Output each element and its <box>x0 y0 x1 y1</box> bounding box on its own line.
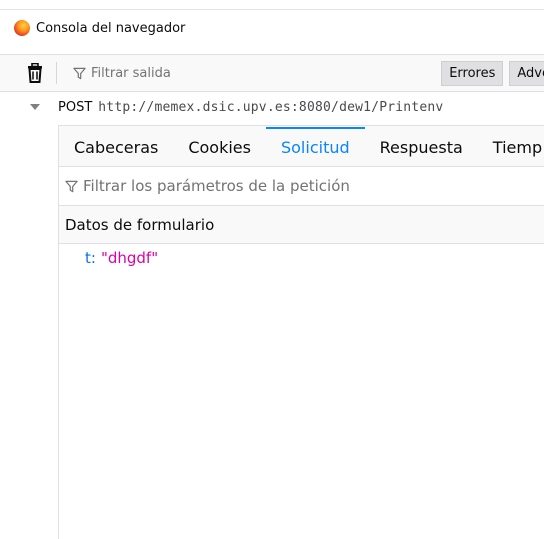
tab-cookies[interactable]: Cookies <box>173 129 266 166</box>
firefox-logo-icon <box>14 20 30 36</box>
form-param-row[interactable]: t : "dhgdf" <box>59 244 544 272</box>
title-bar: Consola del navegador <box>0 10 544 46</box>
tab-request[interactable]: Solicitud <box>265 127 365 166</box>
errors-filter-button[interactable]: Errores <box>441 60 504 86</box>
warnings-filter-button[interactable]: Adve <box>509 60 544 86</box>
filter-buttons: Errores Adve <box>441 60 544 86</box>
param-value: "dhgdf" <box>100 249 159 267</box>
funnel-icon <box>65 180 78 192</box>
request-url[interactable]: http://memex.dsic.upv.es:8080/dew1/Print… <box>98 100 443 115</box>
window-title: Consola del navegador <box>36 20 186 36</box>
filter-params-placeholder: Filtrar los parámetros de la petición <box>83 177 350 195</box>
form-data-section-header[interactable]: Datos de formulario <box>59 206 544 244</box>
tab-timings[interactable]: Tiemp <box>478 129 544 166</box>
filter-params-input[interactable]: Filtrar los parámetros de la petición <box>59 167 544 206</box>
funnel-icon <box>73 67 86 79</box>
window-top-edge <box>0 0 544 10</box>
details-tabs: Cabeceras Cookies Solicitud Respuesta Ti… <box>59 125 544 167</box>
network-request-row[interactable]: POST http://memex.dsic.upv.es:8080/dew1/… <box>0 94 544 120</box>
tab-response[interactable]: Respuesta <box>365 129 478 166</box>
console-toolbar: Filtrar salida Errores Adve <box>0 54 544 92</box>
form-data-title: Datos de formulario <box>65 215 215 234</box>
tab-headers[interactable]: Cabeceras <box>59 129 173 166</box>
request-details-panel: Cabeceras Cookies Solicitud Respuesta Ti… <box>58 125 544 539</box>
filter-output-placeholder: Filtrar salida <box>91 65 171 81</box>
toolbar-separator <box>56 62 57 84</box>
trash-icon[interactable] <box>24 62 46 84</box>
param-colon: : <box>90 249 96 267</box>
caret-down-icon[interactable] <box>30 104 40 110</box>
request-method: POST <box>58 99 93 115</box>
